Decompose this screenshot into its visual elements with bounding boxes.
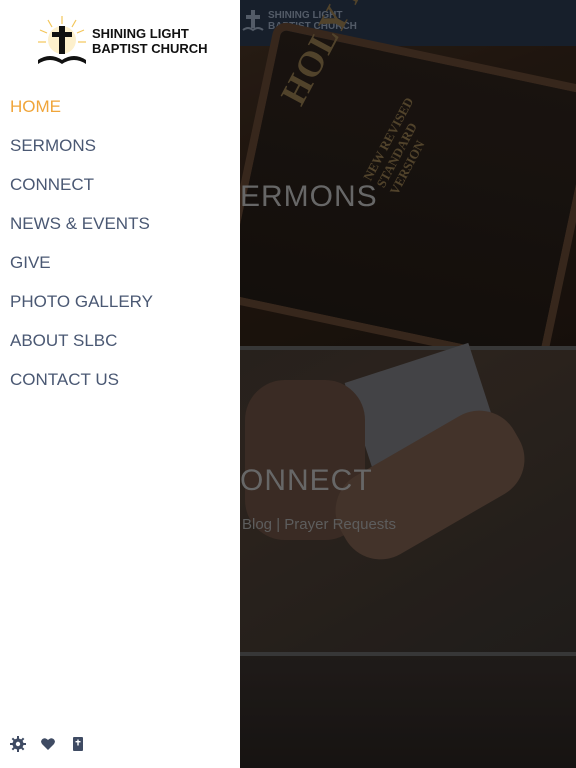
menu-item-contact-us[interactable]: CONTACT US bbox=[10, 368, 153, 407]
menu-item-about-slbc[interactable]: ABOUT SLBC bbox=[10, 329, 153, 368]
main-menu: HOME SERMONS CONNECT NEWS & EVENTS GIVE … bbox=[10, 95, 153, 407]
gear-icon[interactable] bbox=[10, 736, 26, 752]
menu-item-news-events[interactable]: NEWS & EVENTS bbox=[10, 212, 153, 251]
menu-item-sermons[interactable]: SERMONS bbox=[10, 134, 153, 173]
menu-item-photo-gallery[interactable]: PHOTO GALLERY bbox=[10, 290, 153, 329]
drawer-overlay[interactable] bbox=[240, 0, 576, 768]
navigation-drawer: SHINING LIGHT BAPTIST CHURCH HOME SERMON… bbox=[0, 0, 240, 768]
brand-line2: BAPTIST CHURCH bbox=[92, 41, 208, 56]
menu-item-give[interactable]: GIVE bbox=[10, 251, 153, 290]
menu-item-connect[interactable]: CONNECT bbox=[10, 173, 153, 212]
brand-line1: SHINING LIGHT bbox=[92, 26, 189, 41]
heart-icon[interactable] bbox=[40, 736, 56, 752]
menu-item-home[interactable]: HOME bbox=[10, 95, 153, 134]
cross-open-book-icon bbox=[34, 14, 90, 68]
drawer-footer bbox=[10, 736, 86, 752]
church-logo[interactable]: SHINING LIGHT BAPTIST CHURCH bbox=[34, 14, 208, 68]
bible-book-icon[interactable] bbox=[70, 736, 86, 752]
